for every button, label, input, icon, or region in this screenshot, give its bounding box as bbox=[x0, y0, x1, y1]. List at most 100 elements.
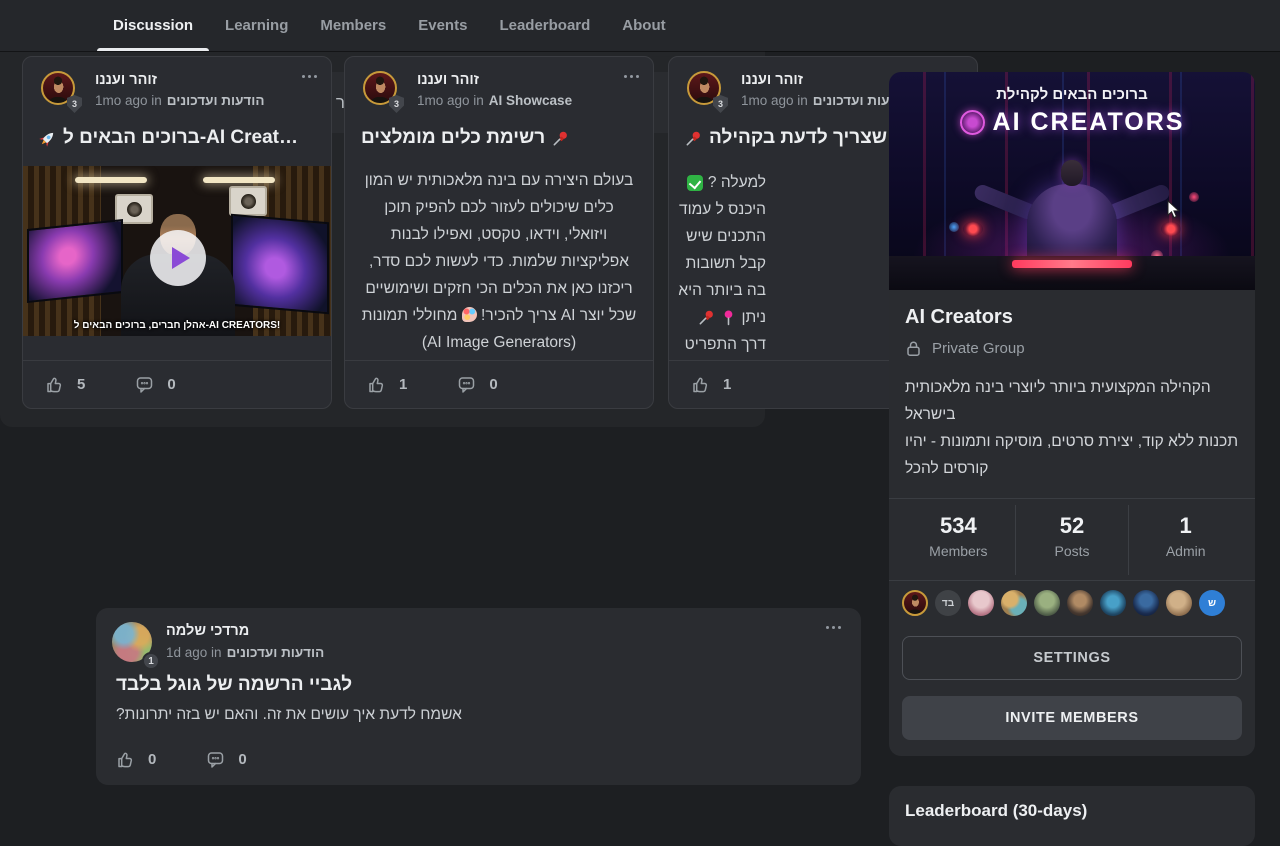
member-avatar[interactable] bbox=[902, 590, 928, 616]
nav-tabs: Discussion Learning Members Events Leade… bbox=[97, 0, 682, 51]
like-button[interactable]: 1 bbox=[367, 375, 407, 394]
rocket-icon bbox=[39, 130, 56, 147]
like-count: 1 bbox=[723, 376, 731, 393]
post-title-text: כל מה שצריך לדעת בקהילה bbox=[709, 127, 765, 149]
post-body-text: דרך התפריט bbox=[685, 336, 765, 354]
thumb-light bbox=[203, 177, 275, 183]
cover-figure bbox=[1161, 222, 1181, 236]
tab-about[interactable]: About bbox=[606, 0, 681, 51]
comment-button[interactable]: 0 bbox=[206, 750, 246, 769]
thumbs-up-icon bbox=[116, 750, 135, 769]
featured-card-tools[interactable]: 3 זוהר ועננו 1mo ago in AI Showcase רשימ… bbox=[344, 56, 654, 409]
post-body-text: התכנים שיש bbox=[686, 228, 765, 246]
post-category-link[interactable]: הודעות ועדכונים bbox=[167, 93, 265, 108]
divider bbox=[889, 580, 1255, 581]
post-category-link[interactable]: הודעות ועדכונים bbox=[227, 645, 325, 660]
thumbs-up-icon bbox=[367, 375, 386, 394]
post-body-text: ? למעלה bbox=[708, 174, 765, 192]
video-thumbnail[interactable]: אהלן חברים, ברוכים הבאים ל-AI CREATORS! bbox=[23, 166, 331, 336]
comment-button[interactable]: 0 bbox=[457, 375, 497, 394]
author-name[interactable]: זוהר ועננו bbox=[741, 72, 765, 88]
member-avatar[interactable] bbox=[1100, 590, 1126, 616]
thumbs-up-icon bbox=[45, 375, 64, 394]
pushpin-icon bbox=[698, 309, 715, 326]
comment-button[interactable]: 0 bbox=[135, 375, 175, 394]
check-icon bbox=[687, 175, 703, 191]
thumb-light bbox=[75, 177, 147, 183]
post-menu-icon[interactable] bbox=[826, 626, 841, 629]
member-avatar[interactable] bbox=[1001, 590, 1027, 616]
author-name[interactable]: זוהר ועננו bbox=[95, 72, 157, 88]
level-badge: 1 bbox=[142, 652, 160, 670]
member-avatar[interactable] bbox=[1067, 590, 1093, 616]
post-time: 1mo ago in bbox=[741, 93, 765, 108]
featured-section: Featured i 3 זוהר ועננו 1mo ago in הודעו… bbox=[0, 0, 765, 427]
pushpin-icon bbox=[552, 130, 569, 147]
member-avatars: בד ש bbox=[902, 590, 1225, 616]
like-button[interactable]: 5 bbox=[45, 375, 85, 394]
member-avatar[interactable] bbox=[1133, 590, 1159, 616]
comment-icon bbox=[206, 750, 225, 769]
thumb-speaker bbox=[229, 186, 267, 216]
member-avatar[interactable] bbox=[968, 590, 994, 616]
cover-community-name: AI CREATORS bbox=[993, 108, 1185, 137]
author-name[interactable]: זוהר ועננו bbox=[417, 72, 479, 88]
tab-learning[interactable]: Learning bbox=[209, 0, 304, 51]
featured-card-welcome[interactable]: 3 זוהר ועננו 1mo ago in הודעות ועדכונים … bbox=[22, 56, 332, 409]
comment-icon bbox=[135, 375, 154, 394]
leaderboard-title: Leaderboard (30-days) bbox=[905, 801, 1087, 821]
cover-figure bbox=[963, 222, 983, 236]
like-count: 0 bbox=[148, 751, 156, 768]
level-badge: 3 bbox=[389, 95, 404, 113]
cover-figure bbox=[1061, 160, 1083, 186]
post-title: לגביי הרשמה של גוגל בלבד bbox=[116, 674, 352, 696]
stat-value: 52 bbox=[1016, 513, 1129, 539]
post-body: בעולם היצירה עם בינה מלאכותית יש המון כל… bbox=[361, 167, 637, 356]
post-title: ברוכים הבאים ל-AI Creat… bbox=[39, 127, 317, 149]
stat-admin: 1 Admin bbox=[1128, 505, 1242, 575]
tab-events[interactable]: Events bbox=[402, 0, 483, 51]
stat-label: Members bbox=[902, 543, 1015, 559]
brain-icon bbox=[960, 110, 985, 135]
post-meta: 1mo ago in AI Showcase bbox=[417, 93, 572, 108]
like-count: 1 bbox=[399, 376, 407, 393]
lock-icon bbox=[905, 340, 922, 357]
post-time: 1mo ago in bbox=[95, 93, 162, 108]
cover-welcome-text: ברוכים הבאים לקהילת bbox=[889, 86, 1255, 103]
like-count: 5 bbox=[77, 376, 85, 393]
top-nav: Discussion Learning Members Events Leade… bbox=[0, 0, 1280, 51]
like-button[interactable]: 1 bbox=[691, 375, 731, 394]
level-badge: 3 bbox=[67, 95, 82, 113]
member-avatar[interactable] bbox=[1166, 590, 1192, 616]
settings-button[interactable]: SETTINGS bbox=[902, 636, 1242, 680]
author-name[interactable]: מרדכי שלמה bbox=[166, 623, 249, 639]
thumb-monitor bbox=[231, 214, 329, 315]
post-category-link[interactable]: AI Showcase bbox=[489, 93, 572, 108]
pushpin-icon bbox=[685, 130, 702, 147]
like-button[interactable]: 0 bbox=[116, 750, 156, 769]
level-badge: 3 bbox=[713, 95, 728, 113]
tab-discussion[interactable]: Discussion bbox=[97, 0, 209, 51]
palette-icon bbox=[462, 307, 477, 322]
tab-members[interactable]: Members bbox=[304, 0, 402, 51]
invite-members-button[interactable]: INVITE MEMBERS bbox=[902, 696, 1242, 740]
divider bbox=[889, 498, 1255, 499]
post-title-text: ברוכים הבאים ל-AI Creat… bbox=[63, 127, 298, 149]
description-line: תכנות ללא קוד, יצירת סרטים, מוסיקה ותמונ… bbox=[905, 428, 1241, 482]
member-avatar[interactable] bbox=[1034, 590, 1060, 616]
tab-leaderboard[interactable]: Leaderboard bbox=[483, 0, 606, 51]
post-title-text: רשימת כלים מומלצים bbox=[361, 127, 545, 149]
community-name: AI Creators bbox=[905, 306, 1013, 329]
stat-value: 534 bbox=[902, 513, 1015, 539]
post-menu-icon[interactable] bbox=[302, 75, 317, 78]
privacy-label: Private Group bbox=[932, 340, 1025, 357]
featured-card-guide[interactable]: 3 זוהר ועננו 1mo ago in הודעות ועדכונים … bbox=[668, 56, 765, 409]
member-avatar[interactable]: בד bbox=[935, 590, 961, 616]
post-meta: 1mo ago in הודעות ועדכונים bbox=[95, 93, 264, 108]
member-avatar[interactable]: ש bbox=[1199, 590, 1225, 616]
feed-post[interactable]: 1 מרדכי שלמה 1d ago in הודעות ועדכונים ל… bbox=[96, 608, 861, 785]
comment-count: 0 bbox=[489, 376, 497, 393]
comment-count: 0 bbox=[167, 376, 175, 393]
play-button[interactable] bbox=[150, 230, 206, 286]
post-menu-icon[interactable] bbox=[624, 75, 639, 78]
